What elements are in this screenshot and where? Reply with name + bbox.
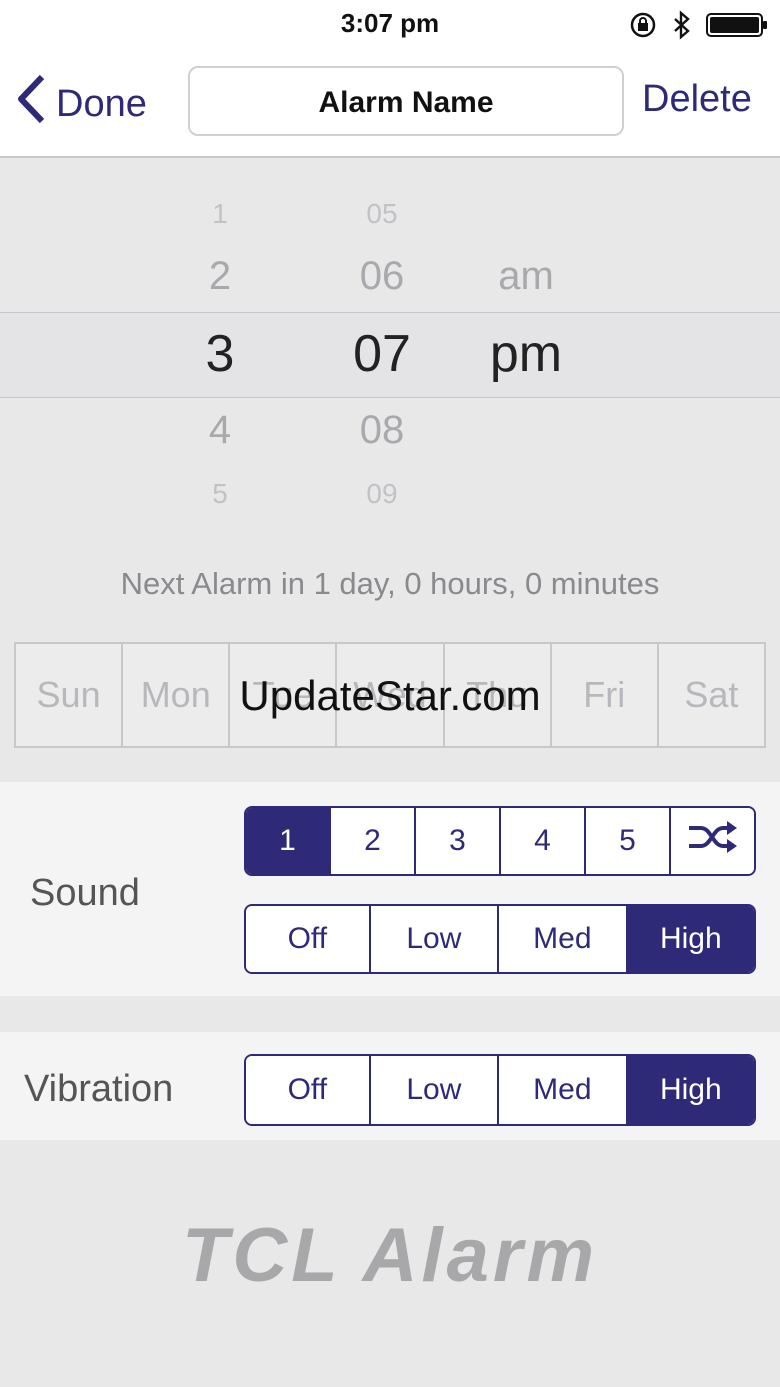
vibration-med-button[interactable]: Med [497, 1056, 626, 1124]
tone-3-button[interactable]: 3 [414, 808, 499, 874]
nav-bar: Done Alarm Name Delete [0, 52, 780, 158]
day-toggle-thu[interactable]: Thu [442, 642, 552, 748]
day-toggle-wed[interactable]: Wed [335, 642, 445, 748]
minute-option[interactable]: 06 [330, 254, 434, 299]
tone-5-button[interactable]: 5 [584, 808, 669, 874]
tone-4-button[interactable]: 4 [499, 808, 584, 874]
rotation-lock-icon [628, 10, 658, 40]
sound-off-button[interactable]: Off [246, 906, 369, 972]
delete-button[interactable]: Delete [642, 78, 752, 121]
minute-option[interactable]: 05 [330, 198, 434, 230]
shuffle-button[interactable] [669, 808, 754, 874]
done-button[interactable]: Done [16, 74, 147, 134]
day-toggle-sun[interactable]: Sun [14, 642, 124, 748]
hour-option[interactable]: 2 [170, 254, 270, 299]
vibration-low-button[interactable]: Low [368, 1056, 498, 1124]
vibration-off-button[interactable]: Off [246, 1056, 369, 1124]
hour-selected[interactable]: 3 [170, 324, 270, 384]
done-label: Done [56, 82, 147, 125]
shuffle-icon [687, 819, 739, 863]
day-selector: Sun Mon Tue Wed Thu Fri Sat [14, 642, 766, 748]
tone-1-button[interactable]: 1 [246, 808, 329, 874]
bluetooth-icon [670, 10, 694, 40]
tone-2-button[interactable]: 2 [329, 808, 414, 874]
minute-option[interactable]: 08 [330, 408, 434, 453]
minute-selected[interactable]: 07 [330, 324, 434, 384]
sound-level-selector: Off Low Med High [244, 904, 756, 974]
status-time: 3:07 pm [340, 8, 440, 38]
status-bar: 3:07 pm [0, 0, 780, 52]
chevron-left-icon [16, 74, 46, 134]
vibration-level-selector: Off Low Med High [244, 1054, 756, 1126]
day-toggle-fri[interactable]: Fri [549, 642, 659, 748]
day-toggle-tue[interactable]: Tue [228, 642, 338, 748]
ampm-selected[interactable]: pm [470, 324, 582, 384]
sound-med-button[interactable]: Med [497, 906, 626, 972]
sound-label: Sound [30, 872, 140, 914]
time-picker[interactable]: 1 2 3 4 5 05 06 07 08 09 am pm [0, 158, 780, 538]
day-toggle-mon[interactable]: Mon [121, 642, 231, 748]
ampm-option[interactable]: am [470, 254, 582, 299]
vibration-high-button[interactable]: High [625, 1056, 754, 1124]
hour-option[interactable]: 5 [170, 478, 270, 510]
hour-option[interactable]: 4 [170, 408, 270, 453]
vibration-label: Vibration [24, 1068, 174, 1110]
next-alarm-text: Next Alarm in 1 day, 0 hours, 0 minutes [120, 566, 660, 601]
sound-low-button[interactable]: Low [368, 906, 498, 972]
app-logo: TCL Alarm [181, 1213, 599, 1298]
sound-high-button[interactable]: High [625, 906, 754, 972]
minute-option[interactable]: 09 [330, 478, 434, 510]
battery-icon [706, 13, 768, 43]
day-toggle-sat[interactable]: Sat [656, 642, 766, 748]
hour-option[interactable]: 1 [170, 198, 270, 230]
sound-tone-selector: 1 2 3 4 5 [244, 806, 756, 876]
alarm-name-input[interactable]: Alarm Name [188, 66, 624, 136]
